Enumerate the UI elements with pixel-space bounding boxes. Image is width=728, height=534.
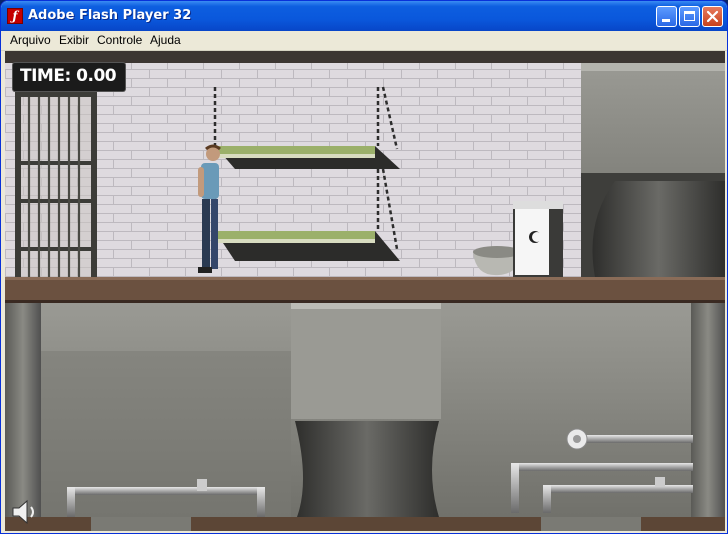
ceiling-beam xyxy=(5,51,725,63)
center-pillar xyxy=(291,303,441,419)
game-scene xyxy=(5,51,725,531)
maximize-icon xyxy=(684,11,695,21)
close-icon xyxy=(706,10,719,23)
title-bar[interactable]: ƒ Adobe Flash Player 32 xyxy=(1,1,727,31)
maximize-button[interactable] xyxy=(679,6,700,27)
minimize-button[interactable] xyxy=(656,6,677,27)
menu-ajuda[interactable]: Ajuda xyxy=(150,33,181,47)
window-title: Adobe Flash Player 32 xyxy=(28,8,192,23)
game-stage[interactable]: TIME: 0.00 xyxy=(5,51,725,531)
menu-exibir[interactable]: Exibir xyxy=(59,33,89,47)
menu-arquivo[interactable]: Arquivo xyxy=(10,33,51,47)
close-button[interactable] xyxy=(702,6,723,27)
timer-text: TIME: 0.00 xyxy=(20,66,117,86)
floor xyxy=(5,277,725,303)
sound-toggle-button[interactable] xyxy=(11,499,39,525)
speaker-icon xyxy=(12,499,34,525)
menu-controle[interactable]: Controle xyxy=(97,33,142,47)
game-timer: TIME: 0.00 xyxy=(13,63,125,91)
minimize-icon xyxy=(662,19,670,22)
flash-player-window: ƒ Adobe Flash Player 32 Arquivo Exibir C… xyxy=(0,0,728,534)
bunk-upper xyxy=(215,146,400,169)
bunk-lower xyxy=(215,231,400,261)
menu-bar: Arquivo Exibir Controle Ajuda xyxy=(1,31,727,51)
flash-icon: ƒ xyxy=(7,8,23,24)
cell-door xyxy=(15,91,97,277)
